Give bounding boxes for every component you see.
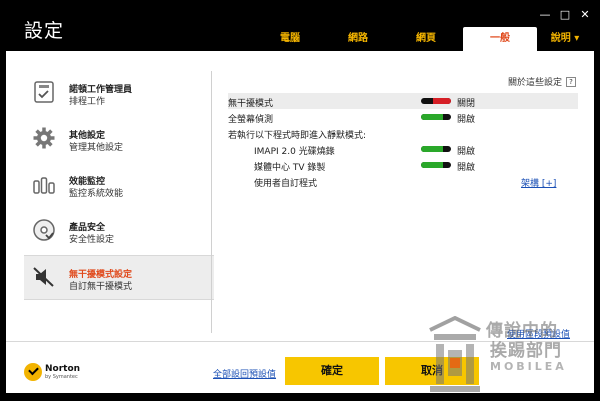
close-button[interactable]: ✕	[578, 8, 592, 22]
setting-state: 開啟	[457, 115, 476, 125]
about-settings[interactable]: 關於這些設定 ?	[508, 75, 576, 88]
setting-row-user-programs: 使用者自訂程式 架構 [+]	[228, 173, 578, 189]
setting-label: 使用者自訂程式	[254, 179, 318, 189]
tab-general[interactable]: 一般	[463, 27, 537, 51]
task-manager-icon	[34, 81, 54, 103]
setting-row-imapi: IMAPI 2.0 光碟燒錄 開啟	[228, 141, 578, 157]
setting-label: IMAPI 2.0 光碟燒錄	[254, 147, 335, 157]
brand-by: by Symantec	[45, 374, 78, 380]
ok-button[interactable]: 確定	[285, 357, 379, 385]
sidebar-item-performance[interactable]: 效能監控 監控系統效能	[24, 163, 214, 208]
sidebar-item-product-security[interactable]: 產品安全 安全性設定	[24, 209, 214, 254]
setting-row-media-center: 媒體中心 TV 錄製 開啟	[228, 157, 578, 173]
tab-network[interactable]: 網路	[330, 27, 386, 51]
configure-link[interactable]: 架構 [+]	[521, 176, 556, 189]
watermark-line2: 挨踢部門	[490, 341, 562, 361]
watermark-building-icon	[429, 316, 481, 392]
setting-label: 媒體中心 TV 錄製	[254, 163, 326, 173]
window-controls: — □ ✕	[538, 8, 592, 22]
tab-help[interactable]: 說明 ▾	[540, 27, 590, 51]
sidebar: 諾頓工作管理員 排程工作 其他設定 管理其他設定 效能監控 監控系統效能 產品安…	[24, 71, 214, 301]
setting-state: 開啟	[457, 163, 476, 173]
quiet-mode-toggle[interactable]	[421, 98, 451, 104]
setting-state: 關閉	[457, 99, 476, 109]
fullscreen-toggle[interactable]	[421, 114, 451, 120]
window-title: 設定	[24, 20, 65, 42]
brand-name: Norton	[45, 364, 81, 374]
norton-logo: Norton by Symantec	[24, 363, 80, 381]
maximize-button[interactable]: □	[558, 8, 572, 22]
muted-speaker-icon	[33, 267, 54, 287]
setting-row-quiet-mode: 無干擾模式 關閉	[228, 93, 578, 109]
watermark: 傳說中的 挨踢部門 MOBILEA	[426, 316, 596, 398]
setting-label: 全螢幕偵測	[228, 115, 274, 125]
tab-web[interactable]: 網頁	[398, 27, 454, 51]
sidebar-item-subtitle: 自訂無干擾模式	[69, 282, 133, 292]
imapi-toggle[interactable]	[421, 146, 451, 152]
sidebar-item-subtitle: 管理其他設定	[69, 143, 124, 153]
setting-state: 開啟	[457, 147, 476, 157]
about-settings-label: 關於這些設定	[507, 78, 562, 88]
sidebar-item-subtitle: 監控系統效能	[69, 189, 124, 199]
sidebar-item-quiet-mode[interactable]: 無干擾模式設定 自訂無干擾模式	[24, 255, 214, 300]
setting-row-intro: 若執行以下程式時即進入靜默模式:	[228, 125, 578, 141]
watermark-line3: MOBILEA	[490, 360, 567, 373]
sidebar-item-other-settings[interactable]: 其他設定 管理其他設定	[24, 117, 214, 162]
sidebar-item-subtitle: 安全性設定	[69, 235, 115, 245]
media-center-toggle[interactable]	[421, 162, 451, 168]
norton-checkmark-icon	[24, 363, 42, 381]
minimize-button[interactable]: —	[538, 8, 552, 22]
setting-intro-text: 若執行以下程式時即進入靜默模式:	[228, 131, 367, 141]
vertical-divider	[211, 71, 212, 333]
settings-list: 無干擾模式 關閉 全螢幕偵測 開啟 若執行以下程式時即進入靜默模式: IMAPI…	[228, 93, 578, 189]
sidebar-item-task-manager[interactable]: 諾頓工作管理員 排程工作	[24, 71, 214, 116]
setting-label: 無干擾模式	[228, 99, 274, 109]
sidebar-item-subtitle: 排程工作	[69, 97, 106, 107]
tab-computer[interactable]: 電腦	[262, 27, 318, 51]
help-icon[interactable]: ?	[566, 76, 576, 87]
restore-all-defaults-link[interactable]: 全部設回預設值	[213, 367, 276, 380]
performance-bars-icon	[33, 177, 55, 194]
disc-security-icon	[33, 219, 55, 241]
setting-row-fullscreen: 全螢幕偵測 開啟	[228, 109, 578, 125]
gear-icon	[33, 127, 55, 149]
